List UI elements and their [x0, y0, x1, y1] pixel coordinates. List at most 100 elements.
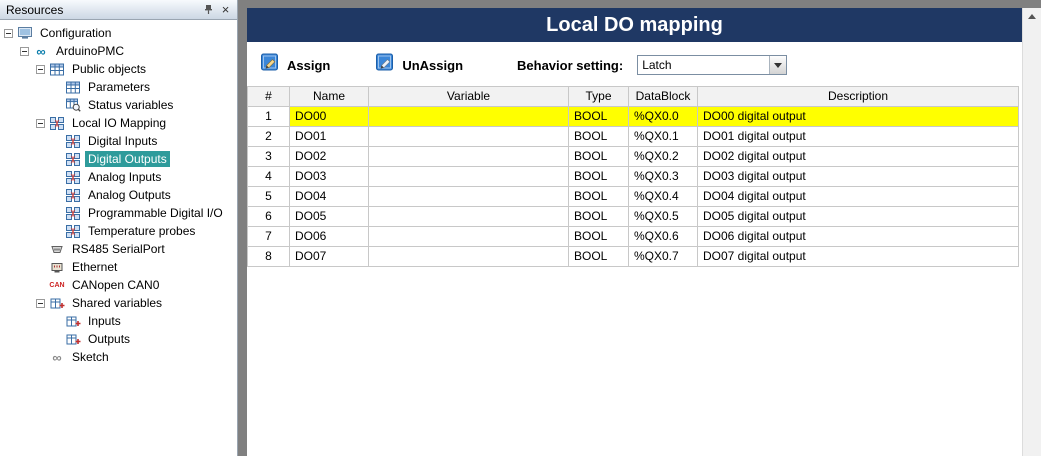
cell-datablock[interactable]: %QX0.6: [629, 227, 698, 247]
table-row[interactable]: 2DO01 BOOL%QX0.1DO01 digital output: [248, 127, 1019, 147]
tree-expander-icon[interactable]: [4, 29, 13, 38]
column-header-[interactable]: #: [248, 87, 290, 107]
cell-variable[interactable]: [369, 127, 569, 147]
cell-type[interactable]: BOOL: [569, 107, 629, 127]
combo-dropdown-button[interactable]: [769, 56, 786, 74]
cell-name[interactable]: DO06: [290, 227, 369, 247]
tree-item-status-variables[interactable]: Status variables: [0, 96, 237, 114]
tree-item-digital-outputs[interactable]: Digital Outputs: [0, 150, 237, 168]
cell-name[interactable]: DO03: [290, 167, 369, 187]
tree-item-configuration[interactable]: Configuration: [0, 24, 237, 42]
cell-type[interactable]: BOOL: [569, 207, 629, 227]
tree-item-parameters[interactable]: Parameters: [0, 78, 237, 96]
cell-num[interactable]: 6: [248, 207, 290, 227]
cell-name[interactable]: DO04: [290, 187, 369, 207]
cell-datablock[interactable]: %QX0.1: [629, 127, 698, 147]
cell-variable[interactable]: [369, 187, 569, 207]
behavior-setting-label: Behavior setting:: [517, 58, 623, 73]
close-icon[interactable]: ×: [217, 2, 234, 17]
cell-num[interactable]: 7: [248, 227, 290, 247]
table-row[interactable]: 1DO00 BOOL%QX0.0DO00 digital output: [248, 107, 1019, 127]
io-mapping-icon: [49, 116, 65, 130]
cell-description[interactable]: DO02 digital output: [698, 147, 1019, 167]
tree-item-analog-outputs[interactable]: Analog Outputs: [0, 186, 237, 204]
cell-variable[interactable]: [369, 147, 569, 167]
unassign-button[interactable]: UnAssign: [376, 53, 463, 77]
tree-item-inputs[interactable]: Inputs: [0, 312, 237, 330]
ethernet-icon: [49, 260, 65, 274]
cell-type[interactable]: BOOL: [569, 127, 629, 147]
tree-item-temperature-probes[interactable]: Temperature probes: [0, 222, 237, 240]
tree-item-sketch[interactable]: ∞Sketch: [0, 348, 237, 366]
tree-item-public-objects[interactable]: Public objects: [0, 60, 237, 78]
tree-item-outputs[interactable]: Outputs: [0, 330, 237, 348]
tree-item-digital-inputs[interactable]: Digital Inputs: [0, 132, 237, 150]
cell-num[interactable]: 8: [248, 247, 290, 267]
cell-datablock[interactable]: %QX0.3: [629, 167, 698, 187]
cell-name[interactable]: DO02: [290, 147, 369, 167]
cell-variable[interactable]: [369, 247, 569, 267]
cell-description[interactable]: DO04 digital output: [698, 187, 1019, 207]
column-header-datablock[interactable]: DataBlock: [629, 87, 698, 107]
cell-datablock[interactable]: %QX0.4: [629, 187, 698, 207]
tree-item-canopen-can0[interactable]: CANCANopen CAN0: [0, 276, 237, 294]
cell-type[interactable]: BOOL: [569, 247, 629, 267]
cell-datablock[interactable]: %QX0.2: [629, 147, 698, 167]
cell-num[interactable]: 2: [248, 127, 290, 147]
cell-description[interactable]: DO00 digital output: [698, 107, 1019, 127]
table-row[interactable]: 8DO07 BOOL%QX0.7DO07 digital output: [248, 247, 1019, 267]
cell-description[interactable]: DO07 digital output: [698, 247, 1019, 267]
tree-item-analog-inputs[interactable]: Analog Inputs: [0, 168, 237, 186]
cell-datablock[interactable]: %QX0.7: [629, 247, 698, 267]
cell-datablock[interactable]: %QX0.0: [629, 107, 698, 127]
tree-item-rs485-serialport[interactable]: RS485 SerialPort: [0, 240, 237, 258]
cell-variable[interactable]: [369, 107, 569, 127]
cell-num[interactable]: 3: [248, 147, 290, 167]
tree-expander-icon[interactable]: [20, 47, 29, 56]
table-row[interactable]: 6DO05 BOOL%QX0.5DO05 digital output: [248, 207, 1019, 227]
io-mapping-icon: [65, 170, 81, 184]
tree-expander-icon[interactable]: [36, 65, 45, 74]
tree-expander-icon[interactable]: [36, 119, 45, 128]
table-row[interactable]: 3DO02 BOOL%QX0.2DO02 digital output: [248, 147, 1019, 167]
tree-item-ethernet[interactable]: Ethernet: [0, 258, 237, 276]
io-mapping-icon: [65, 134, 81, 148]
tree-expander-icon[interactable]: [36, 299, 45, 308]
cell-num[interactable]: 4: [248, 167, 290, 187]
cell-variable[interactable]: [369, 167, 569, 187]
cell-num[interactable]: 5: [248, 187, 290, 207]
cell-variable[interactable]: [369, 227, 569, 247]
cell-description[interactable]: DO03 digital output: [698, 167, 1019, 187]
behavior-setting-select[interactable]: Latch: [637, 55, 787, 75]
tree-item-programmable-digital-i-o[interactable]: Programmable Digital I/O: [0, 204, 237, 222]
cell-type[interactable]: BOOL: [569, 227, 629, 247]
table-row[interactable]: 7DO06 BOOL%QX0.6DO06 digital output: [248, 227, 1019, 247]
tree-item-local-io-mapping[interactable]: Local IO Mapping: [0, 114, 237, 132]
column-header-variable[interactable]: Variable: [369, 87, 569, 107]
column-header-name[interactable]: Name: [290, 87, 369, 107]
column-header-description[interactable]: Description: [698, 87, 1019, 107]
table-row[interactable]: 5DO04 BOOL%QX0.4DO04 digital output: [248, 187, 1019, 207]
column-header-type[interactable]: Type: [569, 87, 629, 107]
tree-item-arduinopmc[interactable]: ∞ArduinoPMC: [0, 42, 237, 60]
cell-description[interactable]: DO01 digital output: [698, 127, 1019, 147]
cell-type[interactable]: BOOL: [569, 187, 629, 207]
assign-button[interactable]: Assign: [261, 53, 330, 77]
cell-name[interactable]: DO07: [290, 247, 369, 267]
cell-type[interactable]: BOOL: [569, 167, 629, 187]
cell-type[interactable]: BOOL: [569, 147, 629, 167]
pin-icon[interactable]: [200, 2, 217, 17]
cell-name[interactable]: DO00: [290, 107, 369, 127]
cell-datablock[interactable]: %QX0.5: [629, 207, 698, 227]
cell-name[interactable]: DO05: [290, 207, 369, 227]
cell-variable[interactable]: [369, 207, 569, 227]
scroll-up-button[interactable]: [1023, 8, 1041, 25]
cell-description[interactable]: DO06 digital output: [698, 227, 1019, 247]
cell-num[interactable]: 1: [248, 107, 290, 127]
shared-variables-icon: [49, 296, 65, 310]
cell-name[interactable]: DO01: [290, 127, 369, 147]
vertical-scrollbar[interactable]: [1022, 8, 1041, 456]
cell-description[interactable]: DO05 digital output: [698, 207, 1019, 227]
table-row[interactable]: 4DO03 BOOL%QX0.3DO03 digital output: [248, 167, 1019, 187]
tree-item-shared-variables[interactable]: Shared variables: [0, 294, 237, 312]
